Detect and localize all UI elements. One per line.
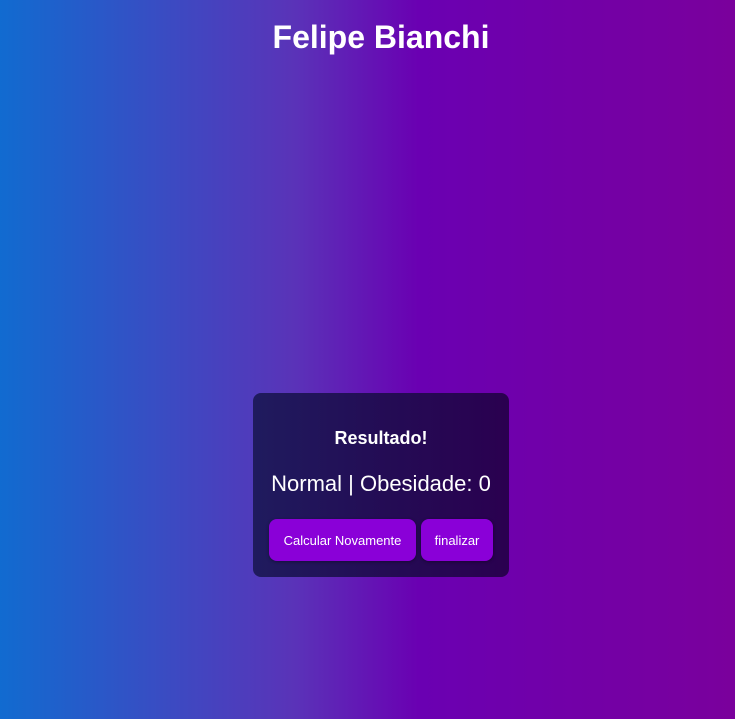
result-card: Resultado! Normal | Obesidade: 0 Calcula… [253, 393, 509, 577]
result-text: Normal | Obesidade: 0 [271, 471, 491, 496]
recalculate-button[interactable]: Calcular Novamente [269, 519, 416, 561]
page-title: Felipe Bianchi [272, 19, 490, 55]
finish-button[interactable]: finalizar [421, 519, 493, 561]
result-heading: Resultado! [334, 428, 428, 448]
